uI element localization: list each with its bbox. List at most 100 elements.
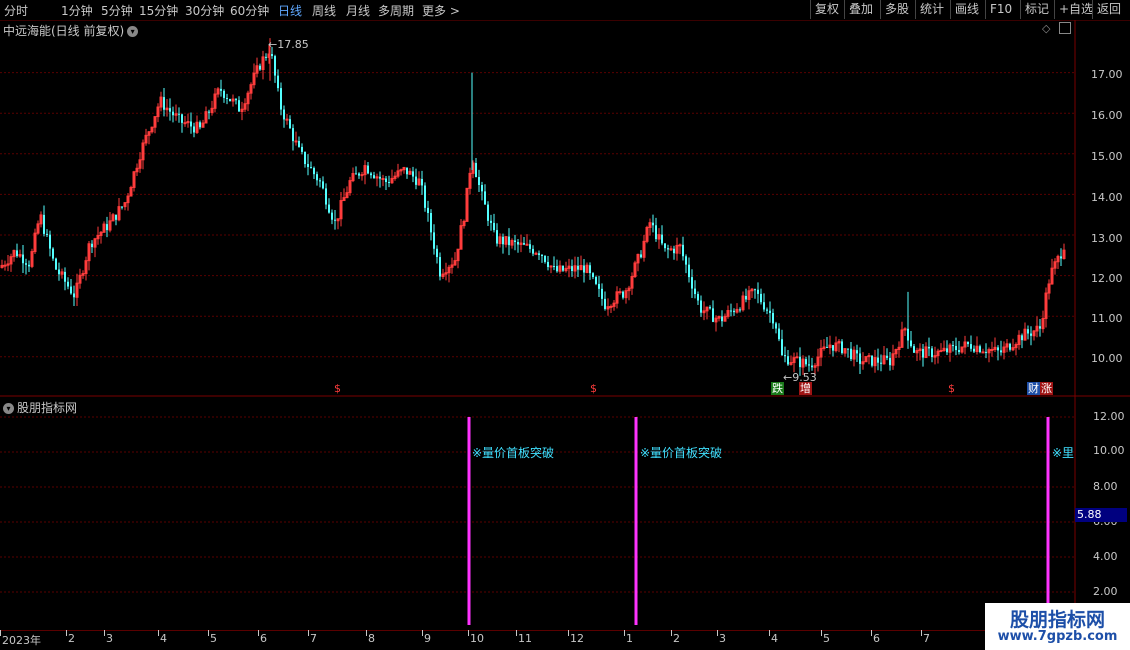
candle-body bbox=[517, 241, 519, 245]
candle-body bbox=[381, 178, 385, 181]
candle-body bbox=[781, 339, 783, 356]
candle-body bbox=[16, 250, 18, 257]
price-tick: 11.00 bbox=[1091, 312, 1123, 325]
price-tick: 15.00 bbox=[1091, 150, 1123, 163]
period-toolbar: 分时 1分钟 5分钟 15分钟 30分钟 60分钟 日线 周线 月线 多周期 更… bbox=[0, 0, 1130, 21]
time-axis-label: 11 bbox=[518, 632, 532, 645]
candle-body bbox=[529, 244, 531, 249]
candle-body bbox=[115, 214, 117, 220]
candle-body bbox=[694, 288, 696, 295]
candle-body bbox=[688, 264, 690, 278]
candle-body bbox=[190, 121, 192, 127]
candle-body bbox=[436, 248, 438, 258]
candle-body bbox=[294, 140, 298, 143]
period-multi[interactable]: 多周期 bbox=[378, 2, 414, 19]
candle-body bbox=[58, 269, 60, 275]
multi-stock-button[interactable]: 多股 bbox=[880, 0, 913, 19]
period-daily[interactable]: 日线 bbox=[278, 2, 302, 19]
candle-body bbox=[973, 348, 975, 352]
candle-body bbox=[571, 266, 573, 272]
candle-body bbox=[967, 341, 969, 345]
candle-body bbox=[502, 236, 504, 245]
candle-body bbox=[484, 191, 486, 205]
candle-body bbox=[49, 234, 51, 249]
time-axis-label: 1 bbox=[626, 632, 633, 645]
indicator-chart[interactable] bbox=[0, 397, 1130, 630]
candle-body bbox=[826, 346, 828, 348]
candle-body bbox=[889, 357, 891, 366]
candle-body bbox=[880, 362, 882, 364]
event-marker-dollar[interactable]: $ bbox=[589, 382, 598, 395]
chevron-down-icon[interactable]: ▾ bbox=[3, 403, 14, 414]
candle-body bbox=[424, 185, 426, 208]
candle-body bbox=[538, 253, 540, 256]
candle-body bbox=[52, 248, 54, 259]
time-axis-tick bbox=[258, 630, 259, 636]
high-value: 17.85 bbox=[277, 38, 309, 51]
candle-body bbox=[481, 184, 483, 192]
event-marker-cai[interactable]: 财 bbox=[1027, 382, 1040, 395]
time-axis-label: 3 bbox=[719, 632, 726, 645]
period-more[interactable]: 更多 > bbox=[422, 2, 460, 19]
period-fenshi[interactable]: 分时 bbox=[4, 2, 28, 19]
candle-body bbox=[673, 248, 675, 254]
candle-body bbox=[553, 266, 555, 268]
candle-body bbox=[106, 224, 108, 231]
period-30min[interactable]: 30分钟 bbox=[185, 2, 224, 19]
candle-body bbox=[208, 111, 210, 113]
indicator-tick: 8.00 bbox=[1093, 480, 1118, 493]
candle-body bbox=[64, 271, 66, 282]
candle-body bbox=[1030, 333, 1032, 336]
overlay-button[interactable]: 叠加 bbox=[844, 0, 877, 19]
mark-button[interactable]: 标记 bbox=[1020, 0, 1053, 19]
time-axis-tick bbox=[769, 630, 770, 636]
back-button[interactable]: 返回 bbox=[1092, 0, 1125, 19]
candle-body bbox=[259, 65, 261, 70]
price-tick: 12.00 bbox=[1091, 272, 1123, 285]
candle-body bbox=[360, 174, 364, 177]
period-60min[interactable]: 60分钟 bbox=[230, 2, 269, 19]
event-marker-dollar[interactable]: $ bbox=[333, 382, 342, 395]
event-marker-dollar[interactable]: $ bbox=[947, 382, 956, 395]
event-marker-die[interactable]: 跌 bbox=[771, 382, 784, 395]
panel-toggle-icon[interactable] bbox=[1059, 22, 1071, 34]
period-monthly[interactable]: 月线 bbox=[346, 2, 370, 19]
candle-body bbox=[226, 97, 228, 99]
draw-line-button[interactable]: 画线 bbox=[950, 0, 983, 19]
candle-body bbox=[709, 307, 711, 309]
price-chart[interactable] bbox=[0, 20, 1130, 397]
time-axis-label: 4 bbox=[771, 632, 778, 645]
candle-body bbox=[952, 345, 954, 347]
candle-body bbox=[430, 213, 432, 233]
candle-body bbox=[475, 163, 477, 178]
event-marker-zhang[interactable]: 涨 bbox=[1040, 382, 1053, 395]
candle-body bbox=[778, 328, 780, 340]
time-axis-label: 6 bbox=[260, 632, 267, 645]
period-15min[interactable]: 15分钟 bbox=[139, 2, 178, 19]
candle-body bbox=[490, 220, 492, 223]
candle-body bbox=[493, 222, 495, 231]
candle-body bbox=[523, 243, 525, 245]
candle-body bbox=[556, 266, 558, 272]
chevron-down-icon[interactable]: ▾ bbox=[127, 26, 139, 37]
stats-button[interactable]: 统计 bbox=[915, 0, 948, 19]
candle-body bbox=[388, 182, 390, 184]
time-axis-label: 2 bbox=[68, 632, 75, 645]
period-5min[interactable]: 5分钟 bbox=[101, 2, 133, 19]
candle-body bbox=[181, 114, 183, 123]
candle-body bbox=[532, 248, 534, 254]
candle-body bbox=[760, 293, 762, 303]
period-weekly[interactable]: 周线 bbox=[312, 2, 336, 19]
event-marker-zeng[interactable]: 增 bbox=[799, 382, 812, 395]
add-watchlist-button[interactable]: +自选 bbox=[1054, 0, 1097, 19]
candle-body bbox=[280, 88, 282, 110]
candle-body bbox=[739, 309, 741, 311]
candle-body bbox=[577, 265, 579, 270]
period-1min[interactable]: 1分钟 bbox=[61, 2, 93, 19]
candle-body bbox=[28, 264, 30, 267]
diamond-icon[interactable]: ◇ bbox=[1042, 22, 1050, 35]
time-axis-label: 2 bbox=[673, 632, 680, 645]
fuquan-button[interactable]: 复权 bbox=[810, 0, 843, 19]
candle-body bbox=[73, 293, 75, 298]
f10-button[interactable]: F10 bbox=[985, 0, 1016, 19]
